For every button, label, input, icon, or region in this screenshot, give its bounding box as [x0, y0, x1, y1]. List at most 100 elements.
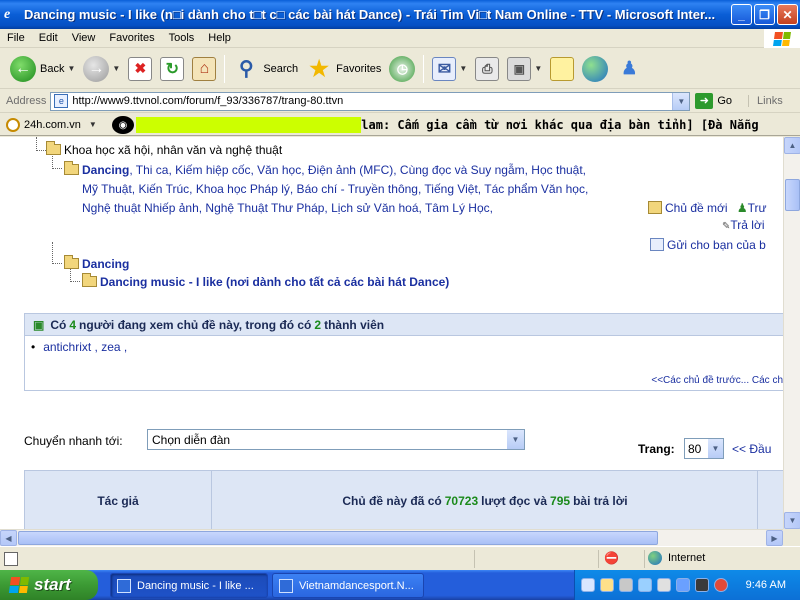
- forward-button[interactable]: → ▼: [79, 52, 124, 86]
- security-shield-icon[interactable]: [714, 578, 728, 592]
- tray-icon-7[interactable]: [695, 578, 709, 592]
- viewer-usernames[interactable]: antichrixt , zea ,: [43, 340, 127, 354]
- menu-favorites[interactable]: Favorites: [102, 32, 161, 44]
- jump-dropdown-icon[interactable]: ▼: [507, 430, 524, 449]
- send-icon: [650, 238, 664, 251]
- forum-links-list[interactable]: , Thi ca, Kiếm hiệp cốc, Văn học, Điện ả…: [82, 163, 588, 215]
- forum-jump-select[interactable]: Chọn diễn đàn ▼: [147, 429, 525, 450]
- favorites-button[interactable]: ★ Favorites: [302, 52, 385, 86]
- folder-icon: [64, 255, 79, 269]
- refresh-button[interactable]: ↻: [156, 52, 188, 86]
- send-friend-action[interactable]: Gửi cho bạn của b: [648, 236, 767, 255]
- tray-icon-4[interactable]: [638, 578, 652, 592]
- first-page-link[interactable]: << Đầu: [732, 442, 771, 456]
- news-ticker[interactable]: ◉ lam: Cấm gia cầm từ nơi khác qua địa b…: [112, 116, 800, 134]
- links-label[interactable]: Links: [748, 95, 783, 107]
- discuss-button[interactable]: [546, 52, 578, 86]
- viewers-total: 4: [69, 317, 77, 332]
- prev-topics-link[interactable]: <<Các chủ đề trước... Các ch: [651, 375, 783, 386]
- close-button[interactable]: ✕: [777, 4, 798, 25]
- subforum-item[interactable]: Dancing: [64, 255, 129, 274]
- messenger-button[interactable]: ♟: [612, 52, 646, 86]
- viewers-middle: người đang xem chủ đề này, trong đó có: [79, 317, 312, 332]
- status-divider: [644, 550, 645, 568]
- zone-label: Internet: [668, 552, 706, 564]
- page-label: Trang:: [638, 442, 675, 456]
- tray-icon-2[interactable]: [600, 578, 614, 592]
- topic-title-link[interactable]: Dancing music - I like (nơi dành cho tất…: [100, 275, 449, 289]
- globe-button[interactable]: [578, 52, 612, 86]
- menu-edit[interactable]: Edit: [32, 32, 65, 44]
- back-button[interactable]: ← Back ▼: [6, 52, 79, 86]
- new-topic-tail-link[interactable]: Trư: [748, 201, 767, 215]
- menu-tools[interactable]: Tools: [162, 32, 202, 44]
- back-dropdown-icon[interactable]: ▼: [67, 64, 75, 73]
- site-dropdown-icon[interactable]: ▼: [89, 120, 97, 129]
- tray-icon-5[interactable]: [657, 578, 671, 592]
- tree-connector: [52, 242, 62, 264]
- tray-icon-6[interactable]: [676, 578, 690, 592]
- search-label: Search: [263, 62, 299, 75]
- minimize-button[interactable]: _: [731, 4, 752, 25]
- history-button[interactable]: ◷: [385, 52, 419, 86]
- toolbar-separator: [224, 54, 226, 83]
- forum-link-dancing[interactable]: Dancing: [82, 163, 129, 177]
- home-icon: ⌂: [192, 56, 217, 81]
- scroll-down-icon[interactable]: ▼: [784, 512, 800, 529]
- mail-dropdown-icon[interactable]: ▼: [459, 64, 467, 73]
- folder-icon: [82, 273, 97, 287]
- subforum-link-dancing[interactable]: Dancing: [82, 257, 129, 271]
- page-select[interactable]: 80 ▼: [684, 438, 724, 459]
- taskbar-item-vietnamdancesport[interactable]: Vietnamdancesport.N...: [272, 573, 424, 598]
- vertical-scroll-thumb[interactable]: [785, 179, 800, 211]
- home-button[interactable]: ⌂: [188, 52, 220, 86]
- window-title: Dancing music - I like (n□i dành cho t□t…: [24, 7, 716, 22]
- stop-button[interactable]: ✖: [124, 52, 156, 86]
- mail-button[interactable]: ✉ ▼: [428, 52, 471, 86]
- folder-icon: [46, 141, 61, 155]
- search-icon: ⚲: [238, 58, 254, 80]
- edit-dropdown-icon[interactable]: ▼: [534, 64, 542, 73]
- address-field[interactable]: e ▼: [50, 91, 691, 111]
- new-topic-link[interactable]: Chủ đề mới: [665, 201, 728, 215]
- forward-dropdown-icon[interactable]: ▼: [112, 64, 120, 73]
- start-button[interactable]: start: [0, 570, 98, 600]
- search-button[interactable]: ⚲ Search: [229, 52, 302, 86]
- popup-blocked-icon[interactable]: ⛔: [604, 551, 619, 565]
- stop-icon: ✖: [128, 56, 153, 81]
- tray-icon-3[interactable]: [619, 578, 633, 592]
- ticker-logo-icon: ◉: [112, 116, 134, 134]
- globe-icon: [582, 55, 609, 82]
- title-bar[interactable]: e Dancing music - I like (n□i dành cho t…: [0, 0, 800, 29]
- go-button[interactable]: ➜ Go: [695, 93, 732, 109]
- send-friend-link[interactable]: Gửi cho bạn của b: [667, 238, 766, 252]
- topic-item[interactable]: Dancing music - I like (nơi dành cho tất…: [82, 273, 449, 292]
- breadcrumb-root[interactable]: Khoa học xã hội, nhân văn và nghệ thuật: [46, 141, 282, 160]
- page-dropdown-icon[interactable]: ▼: [708, 439, 723, 458]
- menu-view[interactable]: View: [65, 32, 103, 44]
- vertical-scrollbar[interactable]: ▲ ▼: [783, 137, 800, 529]
- tray-icon-1[interactable]: [581, 578, 595, 592]
- viewers-panel: ▣ Có 4 người đang xem chủ đề này, trong …: [24, 313, 783, 391]
- reply-link[interactable]: Trả lời: [730, 218, 764, 232]
- scroll-up-icon[interactable]: ▲: [784, 137, 800, 154]
- taskbar-item-dancing[interactable]: Dancing music - I like ...: [110, 573, 268, 598]
- maximize-button[interactable]: ❐: [754, 4, 775, 25]
- site-link[interactable]: 24h.com.vn: [24, 119, 81, 131]
- forum-jump-value: Chọn diễn đàn: [152, 432, 231, 447]
- edit-button[interactable]: ▣ ▼: [503, 52, 546, 86]
- go-label: Go: [717, 95, 733, 107]
- root-category-link[interactable]: Khoa học xã hội, nhân văn và nghệ thuật: [64, 143, 282, 157]
- reply-action[interactable]: ✎Trả lời: [648, 216, 767, 236]
- menu-file[interactable]: File: [0, 32, 32, 44]
- print-button[interactable]: ⎙: [471, 52, 503, 86]
- scroll-left-icon[interactable]: ◀: [0, 530, 17, 546]
- horizontal-scroll-thumb[interactable]: [18, 531, 658, 545]
- address-input[interactable]: [72, 95, 673, 107]
- ticker-highlight: [135, 117, 362, 133]
- address-dropdown-icon[interactable]: ▼: [672, 92, 690, 110]
- page-current-value: 80: [688, 441, 702, 456]
- menu-help[interactable]: Help: [201, 32, 238, 44]
- scroll-right-icon[interactable]: ▶: [766, 530, 783, 546]
- horizontal-scrollbar[interactable]: ◀ ▶: [0, 529, 783, 546]
